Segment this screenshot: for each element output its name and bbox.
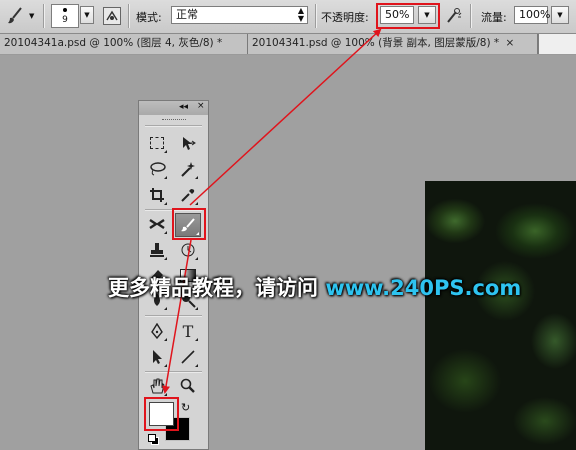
- tab-active-partial[interactable]: [539, 34, 576, 54]
- opacity-highlight-box: [376, 3, 440, 29]
- brush-preset-picker[interactable]: 9: [51, 4, 79, 28]
- history-brush-icon[interactable]: [177, 239, 199, 261]
- swap-colors-icon[interactable]: ↻: [181, 401, 190, 414]
- pen-icon[interactable]: [146, 320, 168, 342]
- eyedropper-icon[interactable]: [177, 184, 199, 206]
- marquee-icon[interactable]: [146, 132, 168, 154]
- default-colors-icon[interactable]: [148, 434, 159, 445]
- mode-value: 正常: [176, 8, 198, 21]
- tab-document-a[interactable]: 20104341a.psd @ 100% (图层 4, 灰色/8) *: [0, 34, 248, 54]
- document-tab-bar: 20104341a.psd @ 100% (图层 4, 灰色/8) * 2010…: [0, 34, 576, 54]
- options-bar: ▼ 9 ▼ 模式: 正常 ▲ ▼ 不透明度: 50% ▼ 流量: 100% ▼: [0, 0, 576, 34]
- healing-icon[interactable]: [146, 213, 168, 235]
- opacity-label: 不透明度:: [321, 11, 369, 24]
- tool-preset-dropdown[interactable]: ▼: [29, 12, 34, 20]
- close-panel-icon[interactable]: ×: [197, 101, 205, 111]
- brush-tool-highlight-box: [172, 208, 206, 240]
- watermark-url: www.240PS.com: [325, 276, 522, 300]
- panel-grip[interactable]: [162, 119, 186, 122]
- hand-icon[interactable]: [146, 375, 168, 397]
- mode-label: 模式:: [136, 11, 162, 24]
- crop-icon[interactable]: [146, 184, 168, 206]
- flow-slider-dropdown[interactable]: ▼: [551, 6, 569, 24]
- lasso-icon[interactable]: [146, 158, 168, 180]
- path-select-icon[interactable]: [146, 346, 168, 368]
- brush-preset-icon: [63, 8, 67, 12]
- tab-document-b[interactable]: 20104341.psd @ 100% (背景 副本, 图层蒙版/8) * ×: [248, 34, 538, 54]
- watermark-banner: 更多精品教程，请访问 www.240PS.com: [108, 272, 521, 302]
- mode-select[interactable]: 正常 ▲ ▼: [171, 6, 308, 24]
- stamp-icon[interactable]: [146, 239, 168, 261]
- flow-label: 流量:: [481, 11, 507, 24]
- forest-photo: [425, 181, 576, 450]
- magic-wand-icon[interactable]: [177, 158, 199, 180]
- brush-icon[interactable]: [5, 6, 27, 26]
- collapse-panel-icon[interactable]: ◂◂: [179, 102, 188, 112]
- mode-select-arrows-icon: ▲ ▼: [297, 6, 304, 23]
- zoom-icon[interactable]: [177, 375, 199, 397]
- brush-panel-toggle[interactable]: [103, 7, 121, 25]
- type-icon[interactable]: T: [177, 320, 199, 342]
- line-icon[interactable]: [177, 346, 199, 368]
- move-icon[interactable]: [177, 132, 199, 154]
- brush-preset-dropdown[interactable]: ▼: [80, 6, 94, 24]
- tools-panel-header[interactable]: ◂◂ ×: [139, 101, 208, 115]
- brush-size-value: 9: [62, 15, 68, 25]
- color-swatch-highlight-box: [144, 397, 179, 431]
- watermark-text: 更多精品教程，请访问: [108, 276, 318, 300]
- flow-input[interactable]: 100%: [514, 6, 550, 24]
- airbrush-icon[interactable]: [445, 7, 463, 25]
- close-icon[interactable]: ×: [505, 37, 514, 49]
